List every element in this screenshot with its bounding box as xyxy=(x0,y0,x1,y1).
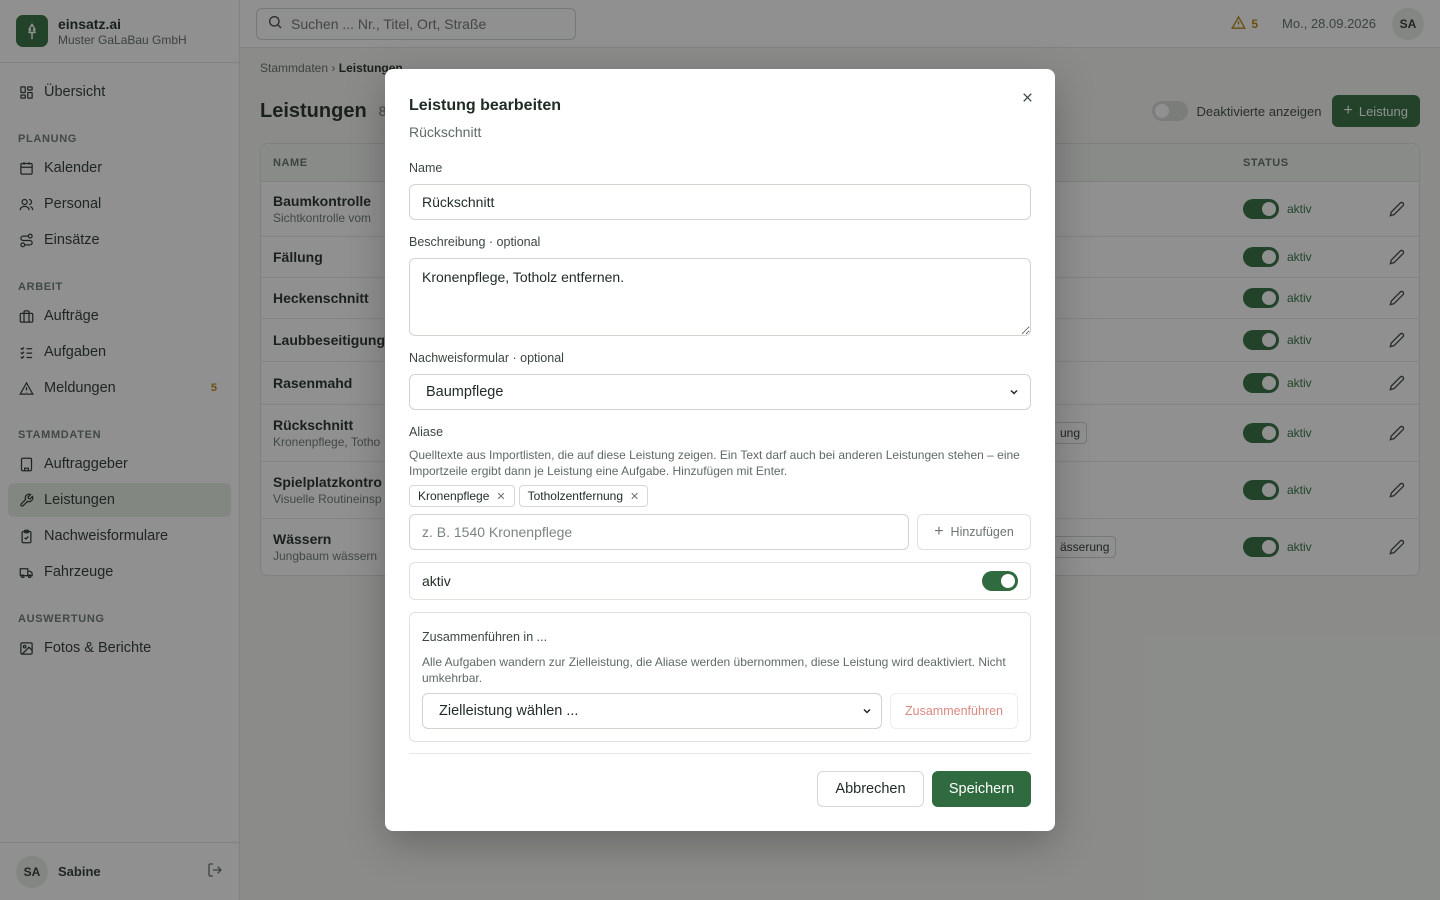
nachweisformular-select[interactable]: Baumpflege xyxy=(409,374,1031,410)
remove-icon[interactable]: ✕ xyxy=(496,490,505,503)
add-alias-label: Hinzufügen xyxy=(950,525,1014,539)
edit-leistung-dialog: Leistung bearbeiten Rückschnitt Name Bes… xyxy=(385,69,1055,831)
aliases-help: Quelltexte aus Importlisten, die auf die… xyxy=(409,448,1020,478)
merge-section: Zusammenführen in ... Alle Aufgaben wand… xyxy=(409,612,1031,742)
description-field[interactable]: Kronenpflege, Totholz entfernen. xyxy=(409,258,1031,336)
alias-chips: Kronenpflege ✕ Totholzentfernung ✕ xyxy=(409,485,652,507)
alias-chip-label: Kronenpflege xyxy=(418,489,490,503)
active-label: aktiv xyxy=(422,573,451,589)
aliases-label: Aliase xyxy=(409,425,444,439)
merge-button[interactable]: Zusammenführen xyxy=(890,693,1018,729)
select-value: Baumpflege xyxy=(426,384,504,400)
name-label: Name xyxy=(409,161,443,175)
merge-title: Zusammenführen in ... xyxy=(422,630,548,644)
description-label: Beschreibung · optional xyxy=(409,235,541,249)
alias-chip-label: Totholzentfernung xyxy=(527,489,624,503)
close-icon[interactable] xyxy=(1019,89,1035,105)
target-leistung-select[interactable]: Zielleistung wählen ... xyxy=(422,693,882,729)
save-button[interactable]: Speichern xyxy=(932,771,1031,807)
form-label: Nachweisformular · optional xyxy=(409,351,564,365)
remove-icon[interactable]: ✕ xyxy=(630,490,639,503)
merge-help: Alle Aufgaben wandern zur Zielleistung, … xyxy=(422,655,1006,685)
alias-input[interactable] xyxy=(409,514,909,550)
plus-icon: + xyxy=(934,523,944,540)
chevron-down-icon xyxy=(861,705,873,721)
divider xyxy=(409,753,1031,754)
dialog-subtitle: Rückschnitt xyxy=(409,124,482,140)
select-value: Zielleistung wählen ... xyxy=(439,703,579,719)
chevron-down-icon xyxy=(1008,386,1020,402)
active-toggle[interactable] xyxy=(982,571,1018,591)
alias-chip: Kronenpflege ✕ xyxy=(409,485,515,507)
dialog-title: Leistung bearbeiten xyxy=(409,97,562,114)
alias-chip: Totholzentfernung ✕ xyxy=(518,485,649,507)
active-row: aktiv xyxy=(409,562,1031,600)
cancel-button[interactable]: Abbrechen xyxy=(817,771,924,807)
name-field[interactable] xyxy=(409,184,1031,220)
add-alias-button[interactable]: + Hinzufügen xyxy=(917,514,1031,550)
